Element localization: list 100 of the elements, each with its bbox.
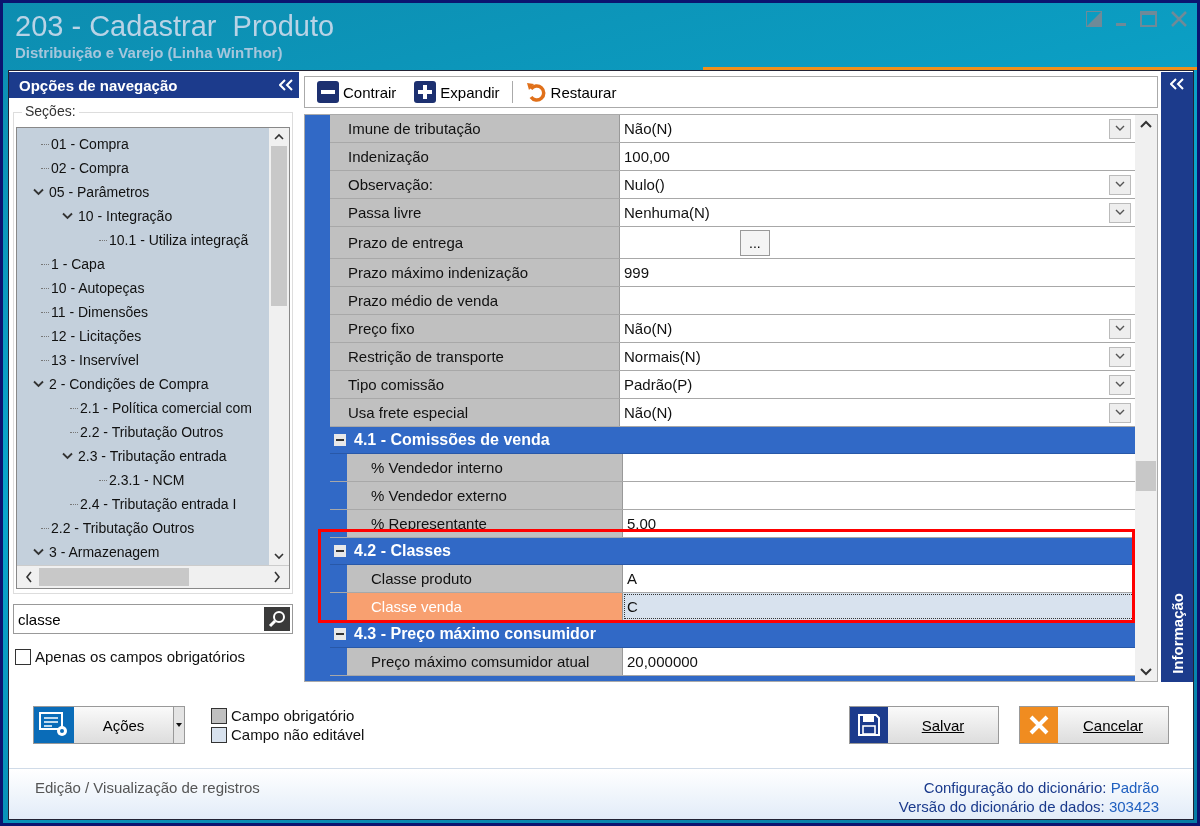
cancel-button[interactable]: Cancelar <box>1019 706 1169 744</box>
dropdown-button[interactable] <box>1109 402 1131 423</box>
horizontal-scrollbar[interactable] <box>17 565 289 588</box>
ellipsis-button[interactable]: ... <box>740 229 770 256</box>
info-panel-title[interactable]: Informação <box>1168 593 1186 674</box>
checkbox-label[interactable]: Apenas os campos obrigatórios <box>35 648 246 665</box>
tree-item[interactable]: 13 - Inservível <box>51 352 139 368</box>
tree-item[interactable]: 3 - Armazenagem <box>49 544 160 560</box>
collapse-group-icon[interactable] <box>334 434 346 446</box>
dropdown-button[interactable] <box>1109 174 1131 195</box>
property-value: A <box>627 570 637 587</box>
property-value: Nenhuma(N) <box>624 204 710 221</box>
chevron-down-icon[interactable] <box>32 380 44 388</box>
group-title: 4.3 - Preço máximo consumidor <box>354 625 596 643</box>
tree-item[interactable]: 2.3 - Tributação entrada <box>78 448 227 464</box>
property-name[interactable]: Classe produto <box>347 565 623 592</box>
chevron-down-icon[interactable] <box>32 188 44 196</box>
chevron-down-icon[interactable] <box>32 548 44 556</box>
value-cell[interactable]: Não(N) <box>620 115 1135 142</box>
chevron-down-icon[interactable] <box>1115 353 1125 360</box>
tree-item[interactable]: 10 - Integração <box>78 208 173 224</box>
tree-item[interactable]: 10 - Autopeças <box>51 280 145 296</box>
chevron-down-icon[interactable] <box>1115 125 1125 132</box>
scroll-thumb[interactable] <box>1136 461 1156 491</box>
value-cell[interactable]: Normais(N) <box>620 343 1135 370</box>
tree-item[interactable]: 05 - Parâmetros <box>49 184 150 200</box>
property-name[interactable]: Usa frete especial <box>330 399 620 426</box>
chevron-down-icon[interactable] <box>1115 409 1125 416</box>
chevron-down-icon[interactable] <box>61 212 73 220</box>
tree-item[interactable]: 2.1 - Política comercial com <box>80 400 252 416</box>
property-name[interactable]: Tipo comissão <box>330 371 620 398</box>
chevron-down-icon[interactable] <box>1115 209 1125 216</box>
value-cell[interactable]: C <box>623 593 1135 620</box>
value-cell[interactable]: 100,00 <box>620 143 1135 170</box>
property-value: 999 <box>624 264 650 281</box>
collapse-panel-icon[interactable] <box>1170 78 1184 90</box>
search-button[interactable] <box>264 607 290 631</box>
property-name[interactable]: Preço fixo <box>330 315 620 342</box>
property-name[interactable]: Passa livre <box>330 199 620 226</box>
property-name[interactable]: Restrição de transporte <box>330 343 620 370</box>
property-name[interactable]: Imune de tributação <box>330 115 620 142</box>
dropdown-button[interactable] <box>1109 346 1131 367</box>
value-cell[interactable]: 999 <box>620 259 1135 286</box>
tree-item[interactable]: 2.3.1 - NCM <box>109 472 185 488</box>
collapse-group-icon[interactable] <box>334 628 346 640</box>
dropdown-button[interactable] <box>1109 318 1131 339</box>
property-name[interactable]: Prazo máximo indenização <box>330 259 620 286</box>
tree-item[interactable]: 2.4 - Tributação entrada I <box>80 496 237 512</box>
value-cell[interactable]: ... <box>620 227 1135 258</box>
value-cell[interactable]: 5,00 <box>623 510 1135 537</box>
value-cell[interactable] <box>623 482 1135 509</box>
toolbar-button[interactable]: Contrair <box>311 81 403 103</box>
tree-item[interactable]: 11 - Dimensões <box>51 304 148 320</box>
dropdown-button[interactable] <box>1109 374 1131 395</box>
property-value: Normais(N) <box>624 348 701 365</box>
tree-item[interactable]: 10.1 - Utiliza integraçã <box>109 232 249 248</box>
scroll-thumb[interactable] <box>39 568 189 586</box>
list-settings-icon[interactable] <box>39 712 69 738</box>
scrollbar[interactable] <box>1135 115 1157 681</box>
toolbar-button[interactable]: Restaurar <box>518 81 623 103</box>
value-cell[interactable]: Não(N) <box>620 315 1135 342</box>
caret-icon[interactable] <box>176 723 182 727</box>
toolbar-button[interactable]: Expandir <box>408 81 506 103</box>
property-name[interactable]: Prazo médio de venda <box>330 287 620 314</box>
collapse-group-icon[interactable] <box>334 545 346 557</box>
scrollbar[interactable] <box>269 128 289 565</box>
value-cell[interactable] <box>623 454 1135 481</box>
scroll-thumb[interactable] <box>271 146 287 306</box>
search-field[interactable]: classe <box>13 604 293 634</box>
actions-button[interactable]: Ações <box>74 707 173 743</box>
property-name[interactable]: Preço máximo comsumidor atual <box>347 648 623 675</box>
property-name[interactable]: Observação: <box>330 171 620 198</box>
tree-item[interactable]: 12 - Licitações <box>51 328 142 344</box>
chevron-down-icon[interactable] <box>1115 181 1125 188</box>
tree-item[interactable]: 01 - Compra <box>51 136 129 152</box>
chevron-down-icon[interactable] <box>61 452 73 460</box>
tree-item[interactable]: 1 - Capa <box>51 256 105 272</box>
tree-item[interactable]: 2.2 - Tributação Outros <box>80 424 224 440</box>
dropdown-button[interactable] <box>1109 202 1131 223</box>
save-button[interactable]: Salvar <box>849 706 999 744</box>
value-cell[interactable]: Nenhuma(N) <box>620 199 1135 226</box>
value-cell[interactable] <box>620 287 1135 314</box>
value-cell[interactable]: Nulo() <box>620 171 1135 198</box>
value-cell[interactable]: 20,000000 <box>623 648 1135 675</box>
chevron-down-icon[interactable] <box>1115 325 1125 332</box>
property-name[interactable]: % Vendedor interno <box>347 454 623 481</box>
value-cell[interactable]: A <box>623 565 1135 592</box>
tree-item[interactable]: 2.2 - Tributação Outros <box>51 520 195 536</box>
property-name[interactable]: % Vendedor externo <box>347 482 623 509</box>
property-name[interactable]: Prazo de entrega <box>330 227 620 258</box>
tree-item[interactable]: 02 - Compra <box>51 160 129 176</box>
value-cell[interactable]: Não(N) <box>620 399 1135 426</box>
tree-item[interactable]: 2 - Condições de Compra <box>49 376 209 392</box>
property-name[interactable]: Indenização <box>330 143 620 170</box>
chevron-down-icon[interactable] <box>1115 381 1125 388</box>
value-cell[interactable]: Padrão(P) <box>620 371 1135 398</box>
checkbox[interactable] <box>15 648 31 665</box>
property-name[interactable]: % Representante <box>347 510 623 537</box>
collapse-panel-icon[interactable] <box>279 79 293 91</box>
dropdown-button[interactable] <box>1109 118 1131 139</box>
